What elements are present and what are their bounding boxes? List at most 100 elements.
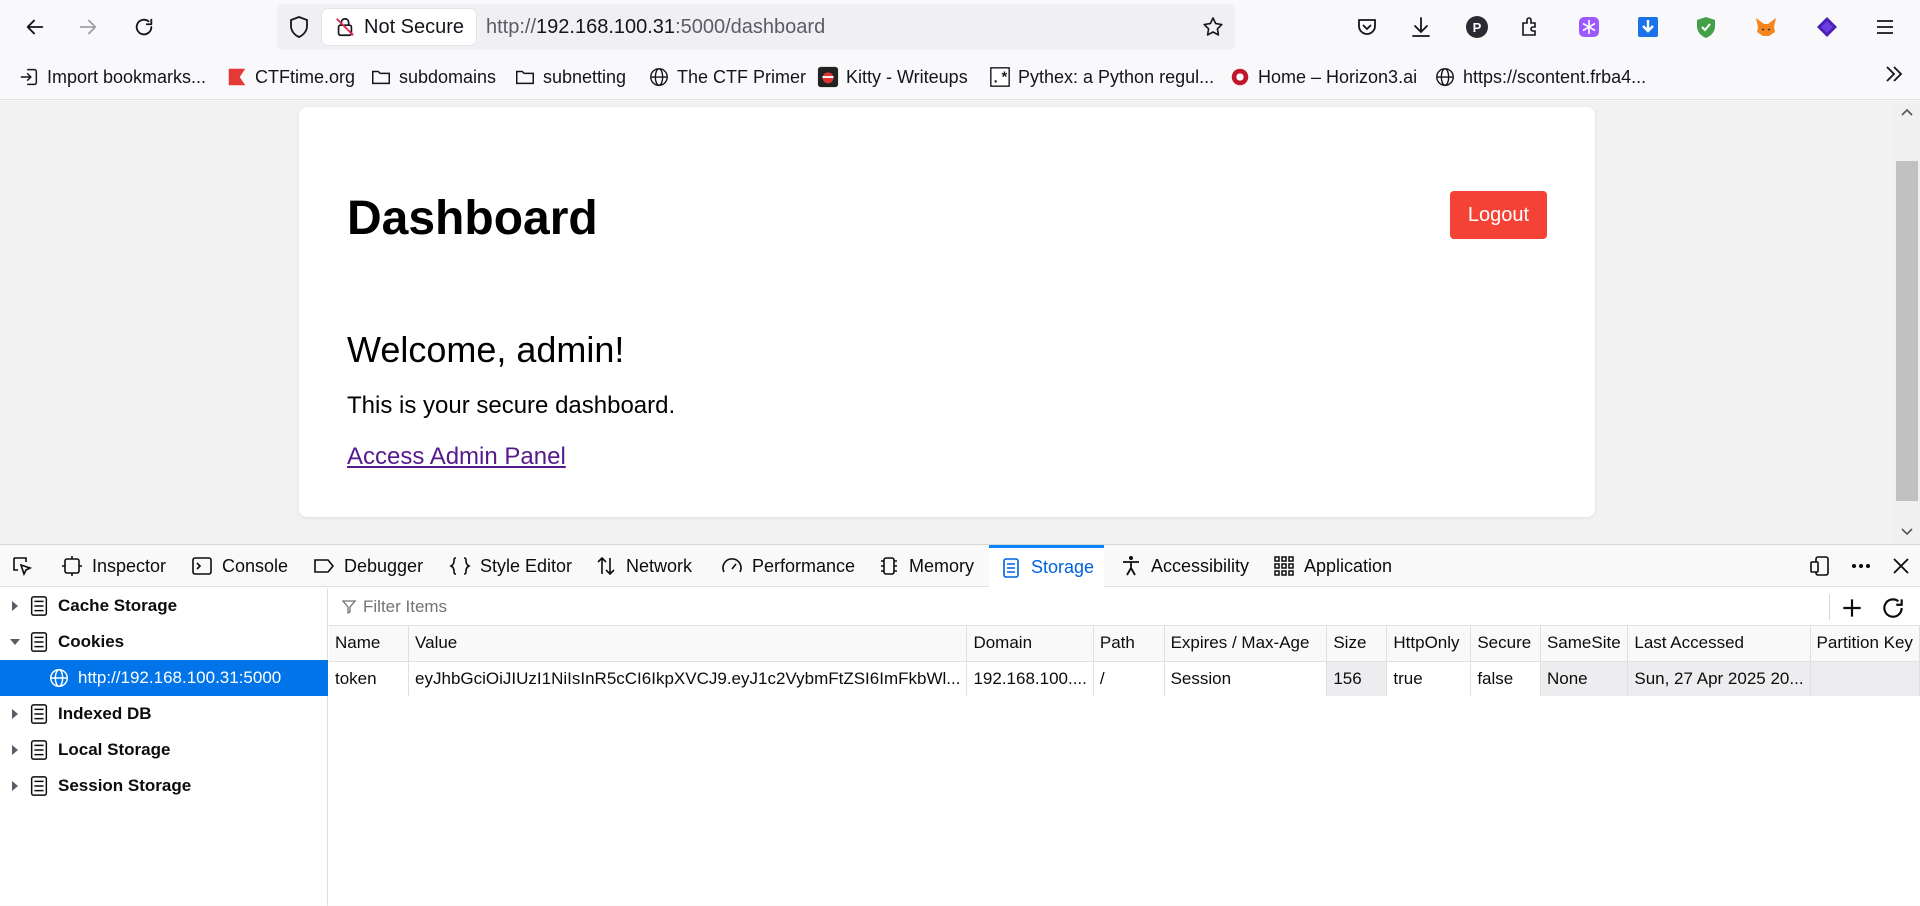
column-header[interactable]: Name bbox=[329, 626, 410, 662]
metamask-extension[interactable] bbox=[1751, 12, 1781, 42]
tree-cache-storage[interactable]: Cache Storage bbox=[0, 588, 328, 624]
cookie-httponly-cell[interactable]: true bbox=[1386, 661, 1472, 696]
logout-button[interactable]: Logout bbox=[1450, 191, 1547, 239]
expand-arrow-icon[interactable] bbox=[8, 779, 22, 793]
extensions-button[interactable] bbox=[1515, 12, 1545, 42]
column-header[interactable]: Secure bbox=[1470, 626, 1541, 662]
bookmark-subnetting[interactable]: subnetting bbox=[514, 62, 626, 92]
cookie-expires-cell[interactable]: Session bbox=[1164, 661, 1328, 696]
storage-db-icon bbox=[30, 704, 48, 724]
pythex-icon: .* bbox=[989, 66, 1011, 88]
shield-icon[interactable] bbox=[287, 15, 311, 39]
tab-inspector[interactable]: Inspector bbox=[60, 545, 166, 587]
collapse-arrow-icon[interactable] bbox=[8, 635, 22, 649]
cookie-size-cell[interactable]: 156 bbox=[1326, 661, 1388, 696]
tab-style-editor[interactable]: Style Editor bbox=[448, 545, 572, 587]
cookie-partition-key-cell[interactable] bbox=[1810, 661, 1920, 696]
close-devtools-icon[interactable] bbox=[1889, 554, 1913, 578]
tab-debugger[interactable]: Debugger bbox=[312, 545, 423, 587]
column-header[interactable]: SameSite bbox=[1540, 626, 1629, 662]
inspector-icon bbox=[62, 556, 82, 576]
bookmark-pythex[interactable]: .* Pythex: a Python regul... bbox=[989, 62, 1214, 92]
admin-panel-link[interactable]: Access Admin Panel bbox=[347, 443, 566, 471]
refresh-items-icon[interactable] bbox=[1880, 595, 1906, 621]
url-bar[interactable]: Not Secure http://192.168.100.31:5000/da… bbox=[277, 4, 1235, 50]
toolbar-divider bbox=[1829, 594, 1830, 620]
bookmark-star-icon[interactable] bbox=[1201, 15, 1225, 39]
scroll-down-icon[interactable] bbox=[1899, 523, 1915, 539]
tree-cookie-host[interactable]: http://192.168.100.31:5000 bbox=[0, 660, 328, 696]
tree-session-storage[interactable]: Session Storage bbox=[0, 768, 328, 804]
url-text[interactable]: http://192.168.100.31:5000/dashboard bbox=[486, 4, 825, 50]
tab-console[interactable]: Console bbox=[190, 545, 288, 587]
tab-accessibility[interactable]: Accessibility bbox=[1119, 545, 1249, 587]
cookie-name-cell[interactable]: token bbox=[329, 661, 410, 696]
kitty-icon bbox=[817, 66, 839, 88]
tab-network[interactable]: Network bbox=[594, 545, 692, 587]
expand-arrow-icon[interactable] bbox=[8, 743, 22, 757]
expand-arrow-icon[interactable] bbox=[8, 599, 22, 613]
filter-items-input[interactable]: Filter Items bbox=[341, 597, 447, 617]
pocket-button[interactable] bbox=[1352, 12, 1382, 42]
bookmark-horizon3[interactable]: Home – Horizon3.ai bbox=[1229, 62, 1417, 92]
column-header[interactable]: Domain bbox=[966, 626, 1094, 662]
downloader-extension[interactable] bbox=[1633, 12, 1663, 42]
horizon3-icon bbox=[1229, 66, 1251, 88]
tree-indexed-db[interactable]: Indexed DB bbox=[0, 696, 328, 732]
bookmark-ctftime[interactable]: CTFtime.org bbox=[226, 62, 355, 92]
forward-button[interactable] bbox=[70, 9, 106, 45]
profile-button[interactable]: P bbox=[1462, 12, 1492, 42]
tree-local-storage[interactable]: Local Storage bbox=[0, 732, 328, 768]
cookie-last-accessed-cell[interactable]: Sun, 27 Apr 2025 20... bbox=[1627, 661, 1811, 696]
cookie-path-cell[interactable]: / bbox=[1093, 661, 1165, 696]
table-header-row: Name Value Domain Path Expires / Max-Age… bbox=[329, 626, 1920, 662]
globe-icon bbox=[50, 669, 68, 687]
cookie-value-cell[interactable]: eyJhbGciOiJIUzI1NiIsInR5cCI6IkpXVCJ9.eyJ… bbox=[408, 661, 968, 696]
tab-application[interactable]: Application bbox=[1272, 545, 1392, 587]
reload-button[interactable] bbox=[126, 9, 162, 45]
bookmark-kitty[interactable]: Kitty - Writeups bbox=[817, 62, 968, 92]
tree-cookies[interactable]: Cookies bbox=[0, 624, 328, 660]
table-row[interactable]: token eyJhbGciOiJIUzI1NiIsInR5cCI6IkpXVC… bbox=[329, 661, 1920, 696]
reload-icon bbox=[135, 18, 153, 36]
column-header[interactable]: Partition Key bbox=[1810, 626, 1920, 662]
browser-toolbar: Not Secure http://192.168.100.31:5000/da… bbox=[0, 0, 1920, 54]
column-header[interactable]: Expires / Max-Age bbox=[1164, 626, 1328, 662]
scroll-up-icon[interactable] bbox=[1899, 105, 1915, 121]
gauge-icon bbox=[722, 558, 742, 573]
expand-arrow-icon[interactable] bbox=[8, 707, 22, 721]
folder-icon bbox=[514, 66, 536, 88]
bookmark-subdomains[interactable]: subdomains bbox=[370, 62, 496, 92]
not-secure-badge[interactable]: Not Secure bbox=[322, 9, 477, 45]
column-header[interactable]: Last Accessed bbox=[1627, 626, 1811, 662]
downloads-button[interactable] bbox=[1406, 12, 1436, 42]
shield-extension[interactable] bbox=[1691, 12, 1721, 42]
chevron-double-right-icon[interactable] bbox=[1882, 62, 1906, 86]
tab-storage[interactable]: Storage bbox=[989, 545, 1105, 587]
column-header[interactable]: Value bbox=[408, 626, 968, 662]
cookie-domain-cell[interactable]: 192.168.100.... bbox=[966, 661, 1094, 696]
cookie-samesite-cell[interactable]: None bbox=[1540, 661, 1629, 696]
add-item-icon[interactable] bbox=[1839, 595, 1865, 621]
filter-placeholder: Filter Items bbox=[363, 597, 448, 616]
scrollbar-thumb[interactable] bbox=[1896, 161, 1918, 501]
element-picker-button[interactable] bbox=[10, 545, 42, 587]
app-menu-button[interactable] bbox=[1870, 12, 1900, 42]
column-header[interactable]: HttpOnly bbox=[1386, 626, 1472, 662]
console-icon bbox=[192, 557, 212, 575]
column-header[interactable]: Size bbox=[1326, 626, 1388, 662]
cookie-secure-cell[interactable]: false bbox=[1470, 661, 1541, 696]
tab-performance[interactable]: Performance bbox=[720, 545, 855, 587]
more-options-icon[interactable] bbox=[1849, 554, 1873, 578]
bookmark-scontent[interactable]: https://scontent.frba4... bbox=[1434, 62, 1646, 92]
bookmark-import[interactable]: Import bookmarks... bbox=[18, 62, 206, 92]
diamond-extension[interactable] bbox=[1812, 12, 1842, 42]
snowflake-icon bbox=[1579, 17, 1599, 37]
bookmark-ctf-primer[interactable]: The CTF Primer bbox=[648, 62, 806, 92]
snowflake-extension[interactable] bbox=[1574, 12, 1604, 42]
tab-memory[interactable]: Memory bbox=[877, 545, 974, 587]
page-scrollbar[interactable] bbox=[1894, 101, 1920, 544]
column-header[interactable]: Path bbox=[1093, 626, 1165, 662]
responsive-design-icon[interactable] bbox=[1808, 554, 1832, 578]
back-button[interactable] bbox=[17, 9, 53, 45]
